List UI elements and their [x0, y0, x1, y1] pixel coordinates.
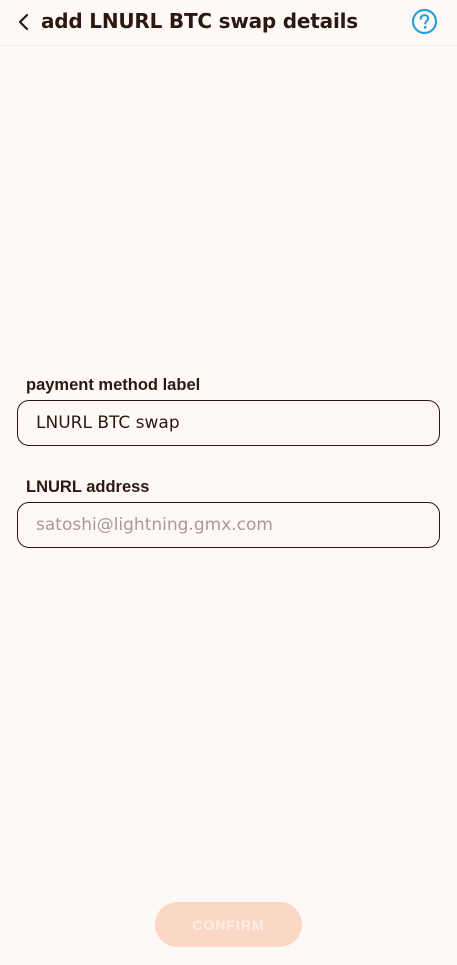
- question-circle-icon: [411, 8, 438, 35]
- lnurl-address-caption: LNURL address: [26, 478, 150, 496]
- payment-method-label-caption: payment method label: [26, 376, 201, 394]
- page-title: add LNURL BTC swap details: [41, 9, 358, 33]
- top-bar: add LNURL BTC swap details: [0, 0, 457, 46]
- payment-method-label-field[interactable]: [17, 400, 440, 446]
- help-button[interactable]: [411, 8, 438, 35]
- back-button[interactable]: [12, 8, 36, 36]
- payment-method-label-input[interactable]: [18, 401, 439, 445]
- confirm-button[interactable]: CONFIRM: [155, 902, 302, 947]
- lnurl-address-input[interactable]: [18, 503, 439, 547]
- chevron-left-icon: [18, 13, 29, 31]
- lnurl-address-field[interactable]: [17, 502, 440, 548]
